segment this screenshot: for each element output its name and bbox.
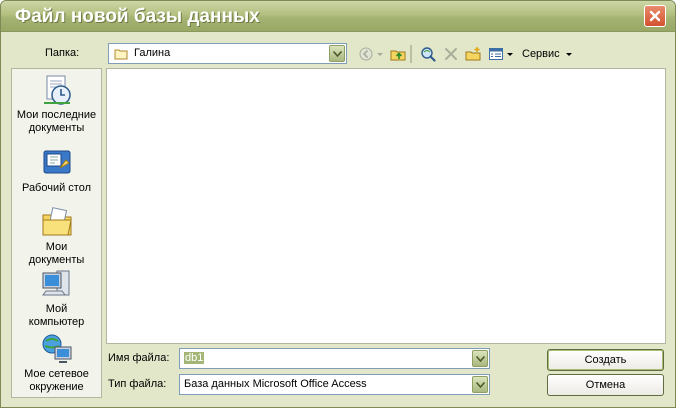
back-dropdown-icon[interactable] [376, 45, 384, 63]
close-button[interactable] [644, 5, 666, 27]
place-desktop[interactable]: Рабочий стол [12, 146, 101, 195]
tools-menu-button[interactable]: Сервис [522, 48, 560, 60]
places-bar: Мои последние документы Рабочий стол Мои… [11, 68, 102, 398]
place-my-computer[interactable]: Мой компьютер [12, 267, 101, 329]
dialog-title: Файл новой базы данных [15, 6, 260, 27]
up-folder-icon[interactable] [389, 45, 407, 63]
recent-documents-icon [43, 75, 71, 105]
place-network[interactable]: Мое сетевое окружение [12, 332, 101, 394]
filetype-value: База данных Microsoft Office Access [184, 378, 367, 390]
filetype-label: Тип файла: [108, 378, 167, 390]
desktop-icon [43, 150, 70, 174]
filename-value: db1 [184, 352, 205, 364]
views-dropdown-icon[interactable] [506, 45, 514, 63]
back-icon[interactable] [357, 45, 375, 63]
place-my-documents[interactable]: Мои документы [12, 205, 101, 267]
network-icon [42, 334, 71, 363]
folder-label: Папка: [45, 47, 80, 59]
chevron-down-icon[interactable] [329, 45, 345, 62]
filename-label: Имя файла: [108, 352, 170, 364]
folder-icon [114, 49, 128, 60]
new-folder-icon[interactable] [464, 45, 482, 63]
file-list-view[interactable] [106, 68, 666, 344]
folder-combobox[interactable]: Галина [108, 43, 347, 64]
filetype-select[interactable]: База данных Microsoft Office Access [179, 374, 490, 395]
tools-dropdown-icon[interactable] [565, 45, 573, 63]
views-icon[interactable] [487, 45, 505, 63]
chevron-down-icon[interactable] [472, 376, 488, 393]
title-bar[interactable]: Файл новой базы данных [1, 1, 675, 32]
new-database-dialog: Файл новой базы данных Папка: Галина Сер… [0, 0, 676, 408]
search-web-icon[interactable] [419, 45, 437, 63]
toolbar-separator [410, 45, 412, 63]
cancel-button[interactable]: Отмена [547, 374, 664, 396]
chevron-down-icon[interactable] [472, 350, 488, 367]
filename-input[interactable]: db1 [179, 348, 490, 369]
create-button[interactable]: Создать [547, 349, 664, 371]
close-icon [649, 10, 661, 22]
my-computer-icon [41, 270, 69, 296]
my-documents-icon [42, 207, 72, 236]
place-recent-documents[interactable]: Мои последние документы [12, 73, 101, 135]
folder-value: Галина [134, 47, 171, 59]
delete-icon[interactable] [442, 45, 460, 63]
